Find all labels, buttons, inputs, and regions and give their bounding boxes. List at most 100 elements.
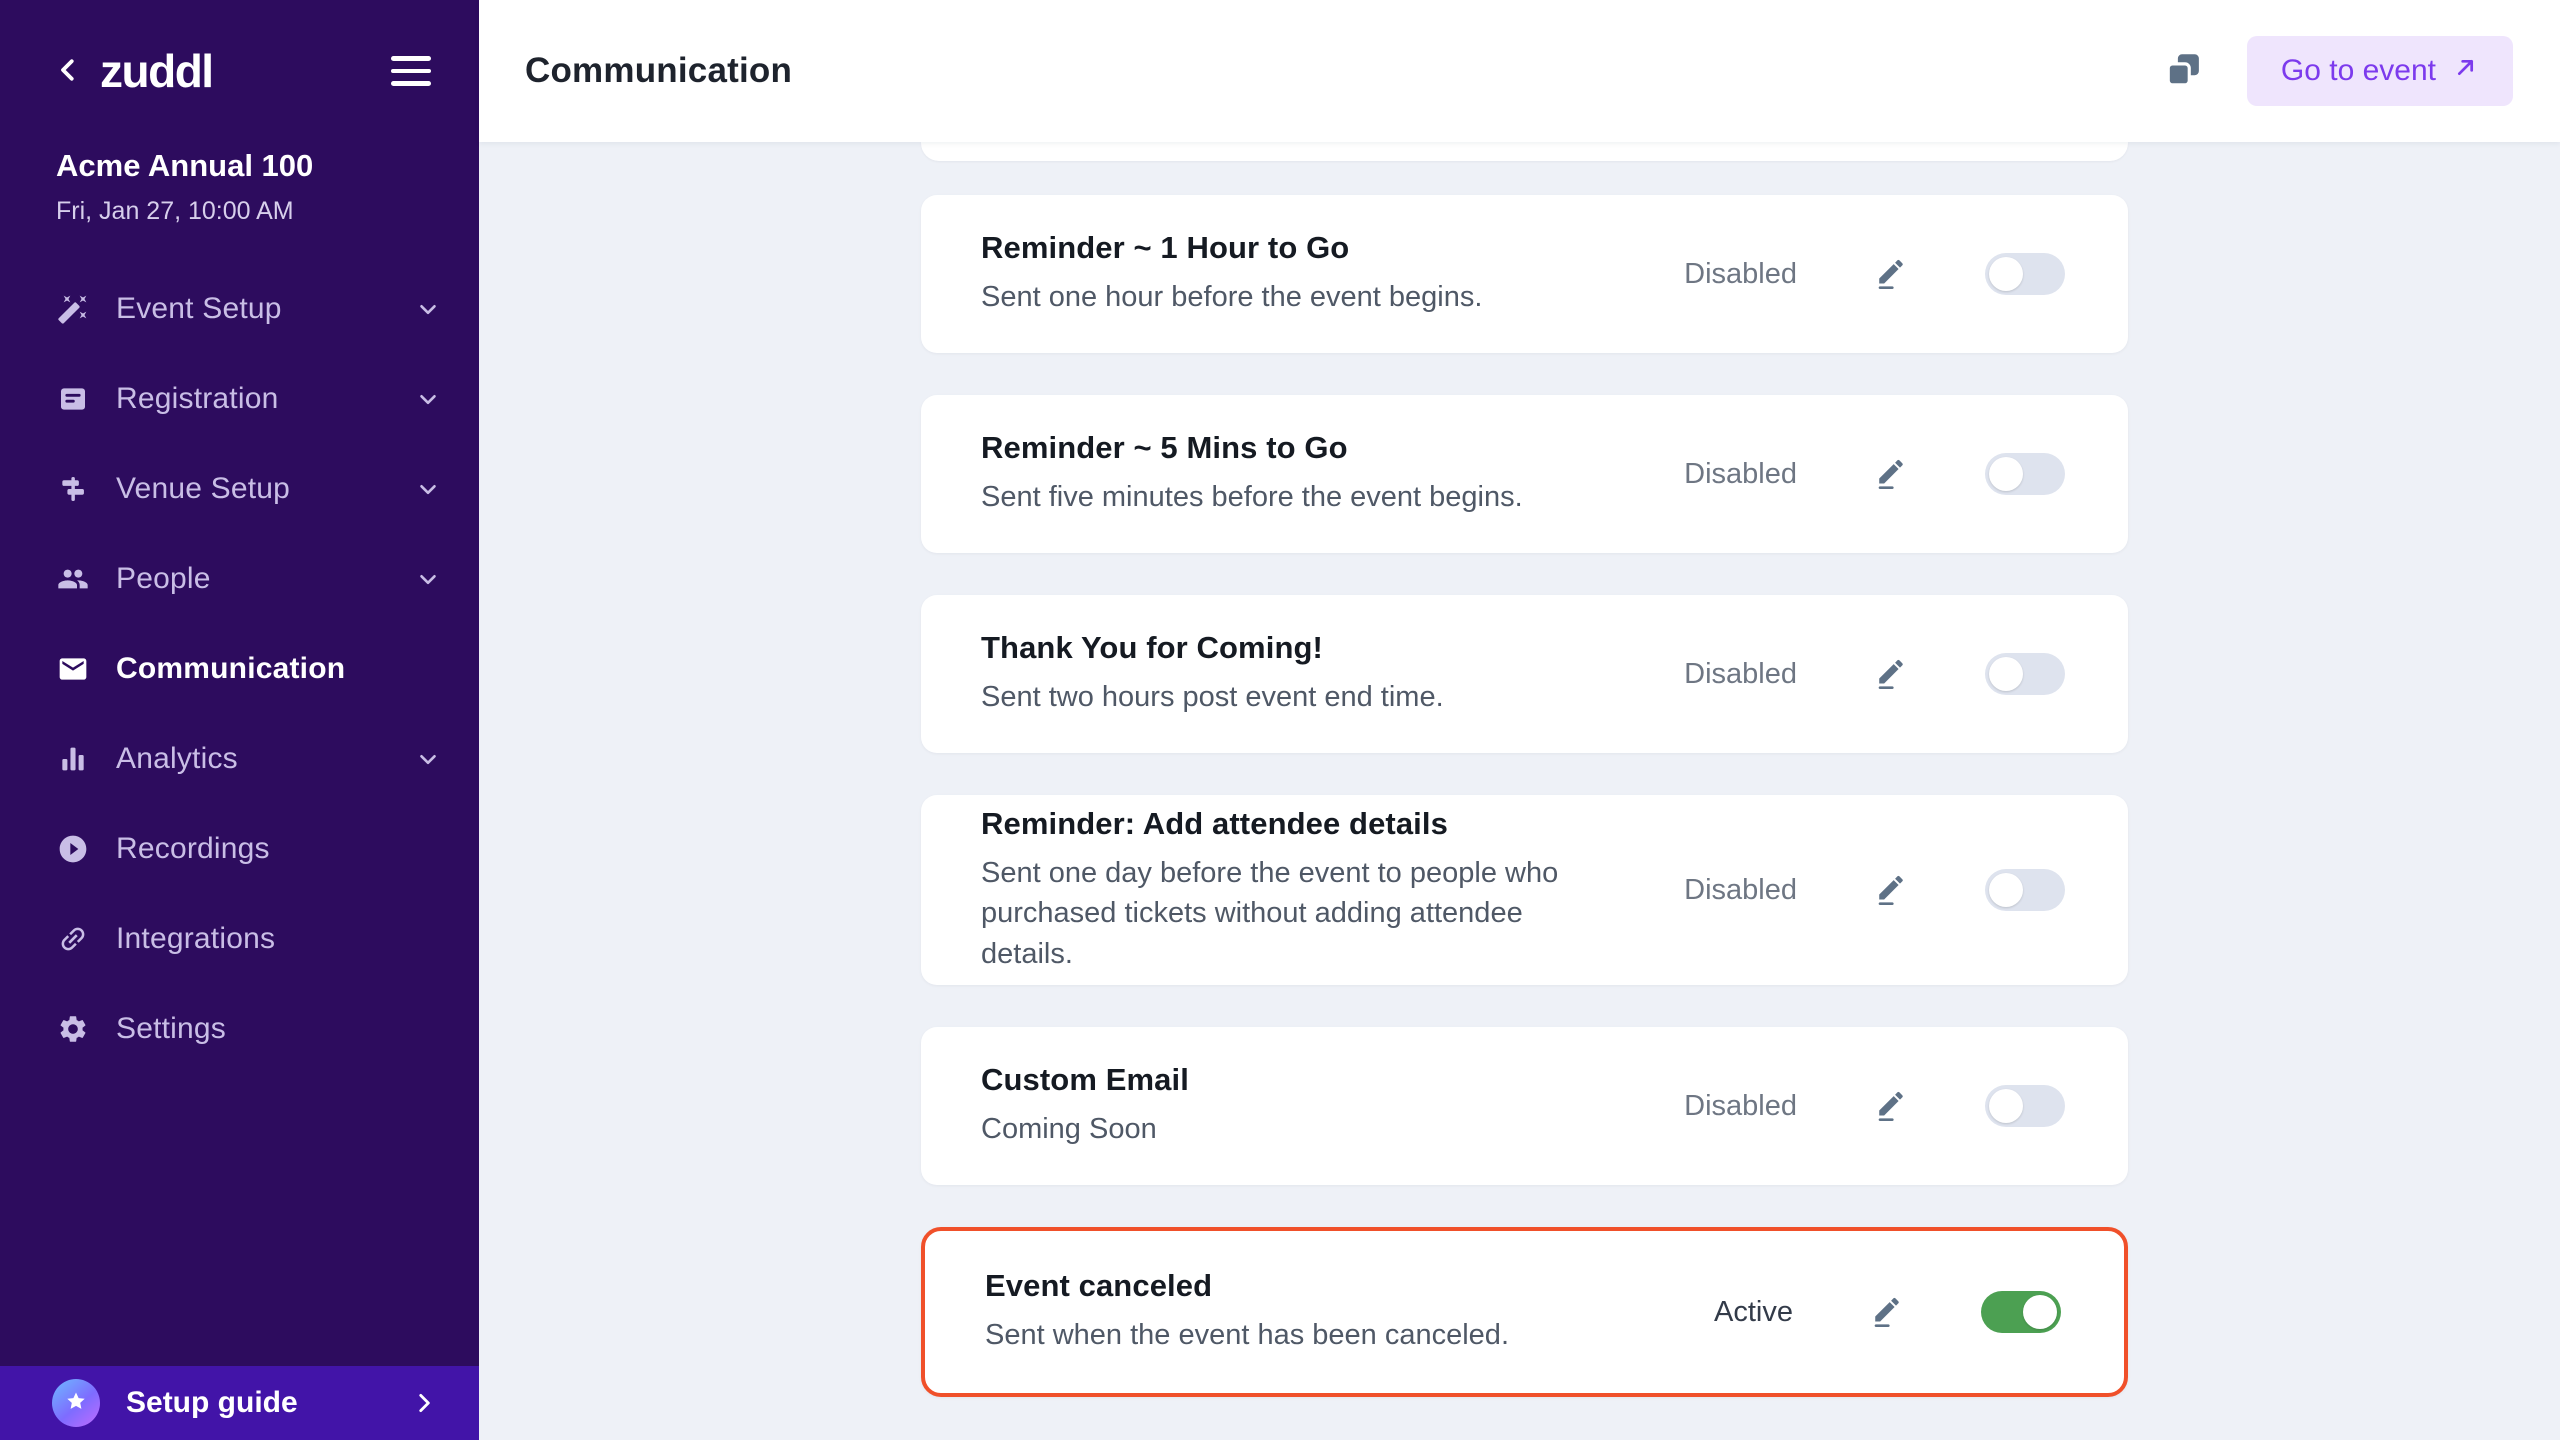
registration-icon <box>56 382 90 416</box>
sidebar: zuddl Acme Annual 100 Fri, Jan 27, 10:00… <box>0 0 479 1440</box>
card-title: Custom Email <box>981 1062 1675 1098</box>
edit-pencil-icon <box>1875 656 1907 693</box>
email-card: Reminder ~ 1 Hour to Go Sent one hour be… <box>921 195 2128 353</box>
link-icon <box>56 922 90 956</box>
chevron-down-icon <box>415 476 441 502</box>
email-card: Custom Email Coming Soon Disabled <box>921 1027 2128 1185</box>
email-list-column: Reminder ~ 1 Hour to Go Sent one hour be… <box>921 142 2128 1397</box>
back-button[interactable] <box>50 53 86 89</box>
edit-pencil-icon <box>1875 1088 1907 1125</box>
bar-chart-icon <box>56 742 90 776</box>
edit-pencil-icon <box>1875 256 1907 293</box>
go-to-event-button[interactable]: Go to event <box>2247 36 2513 106</box>
edit-pencil-icon <box>1871 1294 1903 1331</box>
card-description: Sent five minutes before the event begin… <box>981 477 1601 517</box>
card-description: Coming Soon <box>981 1109 1601 1149</box>
edit-button[interactable] <box>1873 455 1909 493</box>
chevron-down-icon <box>415 296 441 322</box>
card-description: Sent two hours post event end time. <box>981 677 1601 717</box>
app-window: zuddl Acme Annual 100 Fri, Jan 27, 10:00… <box>0 0 2560 1440</box>
chevron-down-icon <box>415 566 441 592</box>
sidebar-item-registration[interactable]: Registration <box>0 354 479 444</box>
toggle-knob <box>2023 1295 2057 1329</box>
toggle-switch[interactable] <box>1985 869 2065 911</box>
status-label: Disabled <box>1675 258 1797 291</box>
event-name: Acme Annual 100 <box>56 148 435 184</box>
toggle-switch[interactable] <box>1985 1085 2065 1127</box>
card-description: Sent one day before the event to people … <box>981 853 1601 973</box>
sidebar-item-venue-setup[interactable]: Venue Setup <box>0 444 479 534</box>
card-title: Event canceled <box>985 1268 1671 1304</box>
sidebar-item-communication[interactable]: Communication <box>0 624 479 714</box>
page-header: Communication Go to event <box>479 0 2560 142</box>
copy-icon <box>2163 49 2205 94</box>
signpost-icon <box>56 472 90 506</box>
setup-guide-button[interactable]: Setup guide <box>0 1366 479 1440</box>
toggle-knob <box>1989 257 2023 291</box>
hamburger-icon <box>391 56 431 61</box>
sidebar-item-analytics[interactable]: Analytics <box>0 714 479 804</box>
toggle-switch[interactable] <box>1981 1291 2061 1333</box>
toggle-switch[interactable] <box>1985 253 2065 295</box>
edit-button[interactable] <box>1873 871 1909 909</box>
toggle-knob <box>1989 873 2023 907</box>
status-label: Active <box>1671 1296 1793 1329</box>
event-block: Acme Annual 100 Fri, Jan 27, 10:00 AM <box>0 148 479 226</box>
toggle-knob <box>1989 657 2023 691</box>
sidebar-item-recordings[interactable]: Recordings <box>0 804 479 894</box>
email-card: Reminder ~ 5 Mins to Go Sent five minute… <box>921 395 2128 553</box>
star-icon <box>64 1390 88 1417</box>
logo-row: zuddl <box>0 0 479 98</box>
status-label: Disabled <box>1675 1090 1797 1123</box>
content-area: Reminder ~ 1 Hour to Go Sent one hour be… <box>479 142 2560 1440</box>
setup-guide-label: Setup guide <box>126 1386 298 1420</box>
status-label: Disabled <box>1675 458 1797 491</box>
status-label: Disabled <box>1675 874 1797 907</box>
card-title: Reminder ~ 1 Hour to Go <box>981 230 1675 266</box>
sidebar-item-people[interactable]: People <box>0 534 479 624</box>
card-title: Reminder: Add attendee details <box>981 806 1675 842</box>
toggle-knob <box>1989 457 2023 491</box>
hamburger-menu-button[interactable] <box>387 52 435 90</box>
arrow-up-right-icon <box>2452 54 2479 89</box>
event-datetime: Fri, Jan 27, 10:00 AM <box>56 197 435 226</box>
edit-button[interactable] <box>1869 1293 1905 1331</box>
chevron-left-icon <box>53 55 83 88</box>
card-title: Reminder ~ 5 Mins to Go <box>981 430 1675 466</box>
card-description: Sent one hour before the event begins. <box>981 277 1601 317</box>
email-card: Event canceled Sent when the event has b… <box>921 1227 2128 1397</box>
gear-icon <box>56 1012 90 1046</box>
email-card-partial <box>921 142 2128 161</box>
envelope-icon <box>56 652 90 686</box>
people-icon <box>56 562 90 596</box>
toggle-knob <box>1989 1089 2023 1123</box>
edit-pencil-icon <box>1875 872 1907 909</box>
toggle-switch[interactable] <box>1985 453 2065 495</box>
main-area: Communication Go to event <box>479 0 2560 1440</box>
edit-button[interactable] <box>1873 255 1909 293</box>
copy-button[interactable] <box>2161 48 2207 94</box>
brand-logo: zuddl <box>100 44 213 98</box>
card-title: Thank You for Coming! <box>981 630 1675 666</box>
header-actions: Go to event <box>2161 36 2513 106</box>
edit-button[interactable] <box>1873 655 1909 693</box>
sidebar-item-settings[interactable]: Settings <box>0 984 479 1074</box>
go-to-event-label: Go to event <box>2281 54 2436 88</box>
edit-button[interactable] <box>1873 1087 1909 1125</box>
email-card: Thank You for Coming! Sent two hours pos… <box>921 595 2128 753</box>
page-title: Communication <box>525 51 792 91</box>
toggle-switch[interactable] <box>1985 653 2065 695</box>
card-description: Sent when the event has been canceled. <box>985 1315 1605 1355</box>
email-list: Reminder ~ 1 Hour to Go Sent one hour be… <box>921 195 2128 1397</box>
wand-icon <box>56 292 90 326</box>
edit-pencil-icon <box>1875 456 1907 493</box>
sidebar-nav: Event Setup Registration Venue Setup Peo… <box>0 264 479 1074</box>
play-circle-icon <box>56 832 90 866</box>
sidebar-item-integrations[interactable]: Integrations <box>0 894 479 984</box>
sidebar-item-event-setup[interactable]: Event Setup <box>0 264 479 354</box>
chevron-down-icon <box>415 746 441 772</box>
email-card: Reminder: Add attendee details Sent one … <box>921 795 2128 985</box>
status-label: Disabled <box>1675 658 1797 691</box>
star-badge <box>52 1379 100 1427</box>
chevron-down-icon <box>415 386 441 412</box>
